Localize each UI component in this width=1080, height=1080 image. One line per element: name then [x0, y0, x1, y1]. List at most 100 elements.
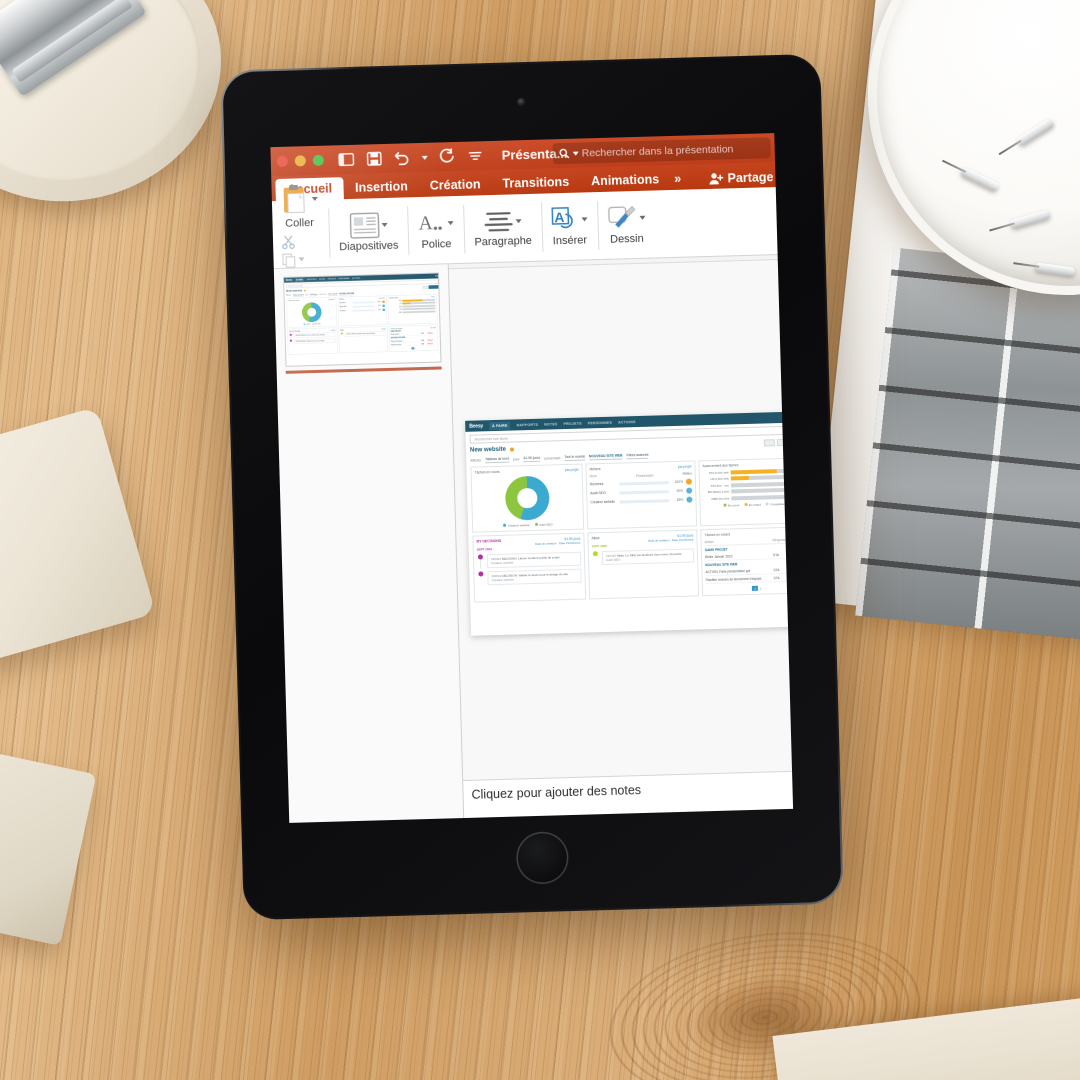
card-milestones-link[interactable]: par projet	[678, 465, 692, 469]
minimize-icon[interactable]	[294, 155, 306, 167]
timeline-node-icon	[478, 571, 484, 577]
card-milestones-title: Métiers	[589, 467, 601, 472]
dash-export-button[interactable]	[763, 438, 775, 447]
late-task-row[interactable]: Planifier réunion de lancement d'équipe …	[705, 573, 794, 585]
card-decisions-title: MY DECISIONS	[476, 538, 502, 544]
milestone-row: Audit SEO 90%	[590, 487, 693, 497]
more-tabs-icon[interactable]: »	[670, 169, 688, 190]
dash-project-title[interactable]: New website	[470, 447, 506, 454]
slides-dropdown-icon[interactable]	[381, 222, 388, 227]
donut-legend: Création website Audit SEO	[476, 522, 580, 529]
ribbon-label-coller: Coller	[284, 216, 315, 230]
status-dot-icon	[509, 447, 515, 452]
redo-icon[interactable]	[439, 148, 456, 165]
tab-animations[interactable]: Animations	[580, 169, 671, 193]
filter-value-project[interactable]: NOUVEAU SITE WEB	[589, 453, 623, 461]
slide-thumbnail-1[interactable]: Beesy À FAIRE RAPPORTS NOTES PROJETS PERSO…	[283, 272, 442, 367]
tab-creation[interactable]: Création	[419, 174, 492, 197]
slide-editor-pane: Beesy À FAIRE RAPPORTS NOTES PROJETS PER…	[448, 255, 794, 819]
card-tasks-link[interactable]: par projet	[565, 468, 579, 472]
filter-label-afficher: Afficher	[470, 458, 482, 463]
milestones-col-headers: Nom Progression Météo	[589, 471, 692, 479]
dashboard-image[interactable]: Beesy À FAIRE RAPPORTS NOTES PROJETS PER…	[465, 411, 794, 636]
card-late-header: Tâches en retard par sujet	[704, 530, 793, 537]
paste-dropdown-icon[interactable]	[311, 196, 318, 201]
dash-nav-notes[interactable]: NOTES	[544, 422, 557, 426]
font-icon[interactable]: A	[418, 210, 447, 237]
slide-selected-indicator	[285, 366, 442, 374]
dash-save-button[interactable]	[789, 437, 794, 446]
save-icon[interactable]	[366, 150, 383, 167]
brush-icon[interactable]	[607, 204, 638, 231]
beesy-logo: Beesy	[469, 422, 484, 430]
search-dropdown-icon[interactable]	[572, 151, 579, 156]
card-breakdown-link[interactable]: Responsable	[786, 461, 793, 466]
slide-canvas[interactable]: Beesy À FAIRE RAPPORTS NOTES PROJETS PER…	[448, 259, 794, 781]
filter-value-period[interactable]: 61-90 jours	[523, 455, 541, 463]
filter-advanced[interactable]: Filtres avancés	[626, 452, 649, 460]
dash-print-button[interactable]	[776, 438, 788, 446]
paragraph-icon[interactable]	[483, 209, 514, 234]
copy-dropdown-icon[interactable]	[298, 257, 305, 262]
sidebar-toggle-icon[interactable]	[338, 151, 355, 168]
card-breakdown-header: Avancement des tâches Responsable	[702, 461, 793, 468]
ribbon-group-paragraphe: Paragraphe	[463, 194, 542, 263]
late-pagination[interactable]: 1 2	[706, 584, 793, 592]
slide-area[interactable]: Beesy À FAIRE RAPPORTS NOTES PROJETS PER…	[448, 255, 794, 781]
draw-dropdown-icon[interactable]	[639, 215, 646, 220]
copy-icon[interactable]	[281, 252, 296, 268]
search-input[interactable]: Rechercher dans la présentation	[552, 137, 771, 165]
close-icon[interactable]	[276, 155, 288, 167]
dash-title-buttons[interactable]	[763, 437, 794, 447]
tab-transitions[interactable]: Transitions	[491, 172, 580, 195]
milestone-row: Creation website 65%	[590, 496, 693, 506]
filter-label-concernant: concernant	[544, 456, 561, 461]
insert-dropdown-icon[interactable]	[581, 216, 588, 222]
undo-dropdown-icon[interactable]	[421, 155, 428, 160]
weather-cloud-icon	[686, 496, 693, 503]
paragraph-dropdown-icon[interactable]	[515, 218, 522, 223]
dash-row-bottom: MY DECISIONS 61-90 jours Date de créatio…	[468, 526, 794, 603]
share-button[interactable]: Partage	[708, 170, 774, 186]
font-dropdown-icon[interactable]	[447, 220, 454, 225]
card-decisions: MY DECISIONS 61-90 jours Date de créatio…	[472, 532, 587, 603]
window-controls[interactable]	[276, 154, 324, 167]
dash-nav-a-faire[interactable]: À FAIRE	[488, 421, 511, 430]
filter-value-people[interactable]: Tout le monde	[564, 454, 586, 462]
card-alerts: Alilas 61-90 jours Date de création · Da…	[587, 529, 700, 600]
breakdown-row: OBM être être	[703, 493, 794, 501]
slide-thumbnail-pane[interactable]: Beesy À FAIRE RAPPORTS NOTES PROJETS PERSO…	[273, 264, 465, 823]
alert-item[interactable]: 19/10/2 Alilas: Le SEO est amélioré d'au…	[592, 548, 695, 566]
decision-item[interactable]: 28/09/2 DECISION: Valider le devis pour …	[477, 568, 582, 586]
clipboard-icon[interactable]	[279, 183, 310, 216]
card-breakdown-title: Avancement des tâches	[702, 463, 739, 469]
weather-sun-icon	[685, 478, 692, 485]
wordart-icon[interactable]: A	[551, 206, 580, 233]
dash-row-top: Tâches en cours par projet Création webs…	[466, 457, 794, 533]
customize-toolbar-icon[interactable]	[467, 147, 484, 164]
slide-layout-icon[interactable]	[349, 211, 380, 239]
legend-audit: Audit SEO	[534, 522, 553, 527]
tab-insertion[interactable]: Insertion	[344, 176, 419, 199]
ribbon-group-inserer: A Insérer	[541, 192, 599, 261]
breakdown-row: LM a être web	[703, 474, 794, 481]
search-placeholder: Rechercher dans la présentation	[581, 142, 734, 159]
milestone-row: Rentrées 100%	[590, 478, 692, 488]
dash-nav-rapports[interactable]: RAPPORTS	[517, 422, 539, 427]
dash-nav-actions[interactable]: ACTIONS	[618, 420, 636, 424]
zoom-icon[interactable]	[312, 154, 324, 166]
cut-icon[interactable]	[281, 234, 296, 249]
filter-value-view[interactable]: Tableau de bord	[485, 456, 510, 464]
ribbon-label-paragraphe: Paragraphe	[474, 234, 533, 249]
timeline-node-icon	[592, 551, 598, 557]
dash-nav-projets[interactable]: PROJETS	[563, 421, 581, 426]
legend-creation: Création website	[503, 523, 530, 528]
undo-icon[interactable]	[394, 149, 411, 166]
magazine-photo	[855, 247, 1080, 650]
svg-text:A: A	[554, 208, 564, 224]
decision-item[interactable]: 29/09/2 DECISION: Lancer la 2ème partie …	[477, 551, 582, 569]
ribbon-label-diapositives: Diapositives	[339, 239, 399, 253]
quick-access-toolbar[interactable]	[338, 147, 484, 168]
card-late-title: Tâches en retard	[704, 532, 731, 538]
dash-nav-personnes[interactable]: PERSONNES	[588, 420, 612, 425]
